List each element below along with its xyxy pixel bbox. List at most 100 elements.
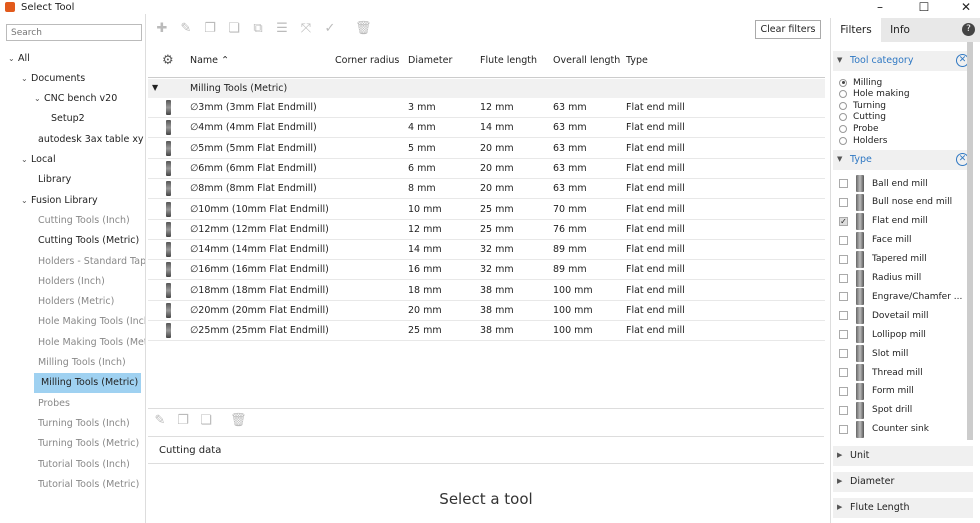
tree-item[interactable]: Cutting Tools (Metric) [34, 231, 139, 251]
edit-icon[interactable]: ✎ [153, 414, 167, 428]
filters-scrollbar[interactable] [967, 42, 973, 440]
maximize-button[interactable]: ☐ [910, 0, 938, 14]
holder-icon[interactable]: ☰ [275, 22, 289, 36]
search-input[interactable] [6, 24, 142, 41]
radio-button[interactable] [839, 90, 847, 99]
table-row[interactable]: ∅5mm (5mm Flat Endmill) 5 mm 20 mm 63 mm Fla… [148, 139, 825, 159]
type-option[interactable]: Counter sink [839, 420, 929, 439]
chevron-down-icon[interactable]: ⌄ [8, 54, 18, 63]
column-corner-radius[interactable]: Corner radius [335, 55, 399, 66]
section-collapsed[interactable]: ▶ Diameter [833, 472, 973, 492]
tree-item[interactable]: ⌄ Local [21, 150, 56, 170]
table-row[interactable]: ∅10mm (10mm Flat Endmill) 10 mm 25 mm 70 mm… [148, 200, 825, 220]
tree-item[interactable]: Cutting Tools (Inch) [34, 210, 130, 230]
radio-button[interactable] [839, 101, 847, 110]
column-overall-length[interactable]: Overall length [553, 55, 620, 66]
table-row[interactable]: ∅18mm (18mm Flat Endmill) 18 mm 38 mm 100 m… [148, 281, 825, 301]
tree-item[interactable]: Tutorial Tools (Inch) [34, 454, 130, 474]
tree-item[interactable]: Holders (Inch) [34, 271, 105, 291]
paste-icon[interactable]: ❏ [199, 414, 213, 428]
checkbox[interactable] [839, 254, 848, 264]
checkbox[interactable] [839, 405, 848, 415]
tree-item[interactable]: ⌄ All [8, 48, 30, 68]
copy-icon[interactable]: ❐ [176, 414, 190, 428]
tree-item[interactable]: Hole Making Tools (Met [34, 332, 145, 352]
group-header[interactable]: ▼ Milling Tools (Metric) [148, 79, 825, 98]
clear-filters-button[interactable]: Clear filters [755, 20, 821, 39]
delete-icon[interactable]: 🗑 [230, 414, 247, 428]
delete-icon[interactable]: 🗑 [355, 22, 372, 36]
help-icon[interactable]: ? [962, 23, 975, 36]
tree-item[interactable]: Tutorial Tools (Metric) [34, 474, 139, 494]
table-row[interactable]: ∅16mm (16mm Flat Endmill) 16 mm 32 mm 89 mm… [148, 260, 825, 281]
gear-icon[interactable]: ⚙ [162, 53, 174, 68]
type-option[interactable]: Thread mill [839, 363, 923, 382]
table-row[interactable]: ∅20mm (20mm Flat Endmill) 20 mm 38 mm 100 m… [148, 301, 825, 321]
type-option[interactable]: Engrave/Chamfer ... [839, 287, 962, 306]
tree-item[interactable]: autodesk 3ax table xy h [34, 129, 145, 149]
radio-option[interactable]: Milling [839, 77, 882, 88]
collapse-triangle-icon[interactable]: ▼ [152, 83, 158, 92]
tree-item[interactable]: ⌄ Fusion Library [21, 190, 98, 210]
tree-item[interactable]: Library [34, 170, 71, 190]
table-row[interactable]: ∅12mm (12mm Flat Endmill) 12 mm 25 mm 76 mm… [148, 220, 825, 240]
tab-filters[interactable]: Filters [831, 18, 881, 42]
tab-info[interactable]: Info [881, 18, 919, 42]
chevron-down-icon[interactable]: ⌄ [34, 94, 44, 103]
tree-item[interactable]: Holders - Standard Tap [34, 251, 145, 271]
table-row[interactable]: ∅3mm (3mm Flat Endmill) 3 mm 12 mm 63 mm Fla… [148, 98, 825, 118]
tree-item[interactable]: Milling Tools (Inch) [34, 353, 126, 373]
type-option[interactable]: Form mill [839, 382, 914, 401]
duplicate-icon[interactable]: ⧉ [251, 22, 265, 36]
table-row[interactable]: ∅4mm (4mm Flat Endmill) 4 mm 14 mm 63 mm Fla… [148, 118, 825, 139]
radio-option[interactable]: Holders [839, 135, 887, 146]
minimize-button[interactable]: – [866, 0, 894, 14]
add-icon[interactable]: ✚ [155, 22, 169, 36]
table-row[interactable]: ∅25mm (25mm Flat Endmill) 25 mm 38 mm 100 m… [148, 321, 825, 342]
table-row[interactable]: ∅14mm (14mm Flat Endmill) 14 mm 32 mm 89 mm… [148, 240, 825, 261]
radio-button[interactable] [839, 78, 847, 87]
radio-button[interactable] [839, 136, 847, 145]
section-collapsed[interactable]: ▶ Unit [833, 446, 973, 466]
table-row[interactable]: ∅6mm (6mm Flat Endmill) 6 mm 20 mm 63 mm Fla… [148, 159, 825, 179]
chevron-down-icon[interactable]: ⌄ [21, 155, 31, 164]
type-option[interactable]: ✓ Flat end mill [839, 212, 928, 231]
checkbox[interactable] [839, 349, 848, 359]
tree-item[interactable]: Turning Tools (Inch) [34, 413, 130, 433]
type-option[interactable]: Spot drill [839, 401, 912, 420]
paste-icon[interactable]: ❏ [227, 22, 241, 36]
tree-item[interactable]: ⌄ CNC bench v20 [34, 89, 117, 109]
checkbox[interactable] [839, 235, 848, 245]
radio-option[interactable]: Probe [839, 123, 879, 134]
type-option[interactable]: Ball end mill [839, 174, 928, 193]
checkbox[interactable] [839, 292, 848, 302]
column-flute-length[interactable]: Flute length [480, 55, 537, 66]
type-option[interactable]: Dovetail mill [839, 306, 928, 325]
chevron-down-icon[interactable]: ⌄ [21, 74, 31, 83]
type-option[interactable]: Lollipop mill [839, 325, 926, 344]
radio-button[interactable] [839, 113, 847, 122]
section-type[interactable]: ▼ Type ✕ [833, 150, 973, 170]
copy-icon[interactable]: ❐ [203, 22, 217, 36]
checkbox[interactable] [839, 273, 848, 283]
column-name[interactable]: Name ⌃ [190, 55, 229, 66]
tree-item[interactable]: Milling Tools (Metric) [34, 372, 142, 393]
measure-icon[interactable]: ✓ [323, 22, 337, 36]
tree-item[interactable]: Hole Making Tools (Inch [34, 312, 145, 332]
section-collapsed[interactable]: ▶ Flute Length [833, 498, 973, 518]
checkbox[interactable] [839, 179, 848, 188]
tree-item[interactable]: Probes [34, 393, 70, 413]
column-diameter[interactable]: Diameter [408, 55, 452, 66]
transform-icon[interactable]: ⤧ [299, 22, 313, 36]
chevron-down-icon[interactable]: ⌄ [21, 196, 31, 205]
checkbox[interactable] [839, 424, 848, 434]
checkbox[interactable] [839, 368, 848, 377]
close-button[interactable]: ✕ [952, 0, 980, 14]
checkbox[interactable]: ✓ [839, 216, 848, 226]
type-option[interactable]: Tapered mill [839, 250, 927, 269]
section-tool-category[interactable]: ▼ Tool category ✕ [833, 51, 973, 71]
type-option[interactable]: Face mill [839, 231, 911, 250]
type-option[interactable]: Bull nose end mill [839, 193, 952, 212]
radio-option[interactable]: Hole making [839, 89, 910, 100]
tree-item[interactable]: Turning Tools (Metric) [34, 434, 139, 454]
